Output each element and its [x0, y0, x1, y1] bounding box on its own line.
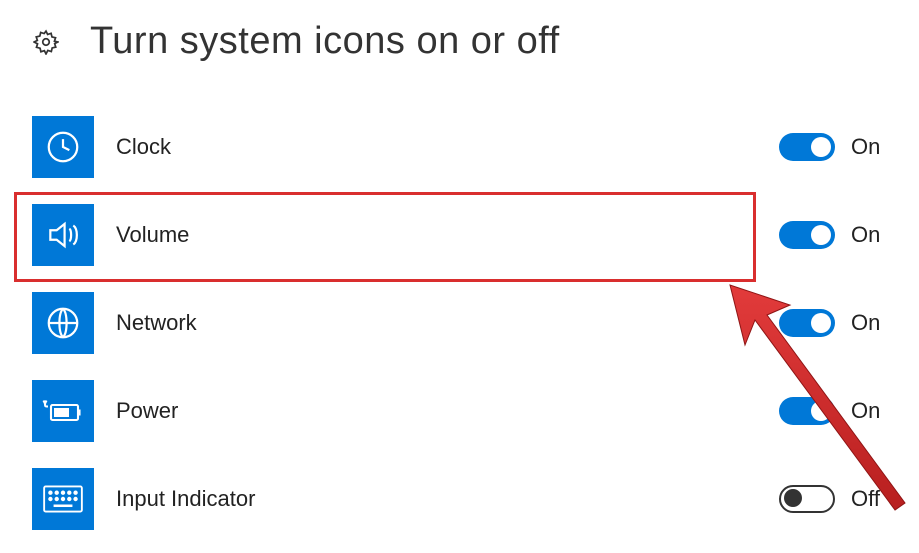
label-volume: Volume [116, 222, 779, 248]
toggle-state-volume: On [851, 222, 880, 248]
toggle-state-power: On [851, 398, 880, 424]
toggle-state-clock: On [851, 134, 880, 160]
toggle-input-indicator[interactable] [779, 485, 835, 513]
row-network: Network On [0, 279, 919, 367]
toggle-network[interactable] [779, 309, 835, 337]
page-title: Turn system icons on or off [90, 20, 560, 63]
label-network: Network [116, 310, 779, 336]
toggle-wrap-power: On [779, 397, 919, 425]
row-input-indicator: Input Indicator Off [0, 455, 919, 543]
label-power: Power [116, 398, 779, 424]
label-input-indicator: Input Indicator [116, 486, 779, 512]
toggle-wrap-volume: On [779, 221, 919, 249]
row-power: Power On [0, 367, 919, 455]
system-icons-list: Clock On Volume On Ne [0, 63, 919, 543]
network-icon [32, 292, 94, 354]
power-icon [32, 380, 94, 442]
toggle-wrap-input-indicator: Off [779, 485, 919, 513]
toggle-power[interactable] [779, 397, 835, 425]
label-clock: Clock [116, 134, 779, 160]
gear-icon [32, 28, 60, 56]
toggle-state-network: On [851, 310, 880, 336]
volume-icon [32, 204, 94, 266]
toggle-wrap-clock: On [779, 133, 919, 161]
toggle-clock[interactable] [779, 133, 835, 161]
page-header: Turn system icons on or off [0, 0, 919, 63]
toggle-wrap-network: On [779, 309, 919, 337]
toggle-volume[interactable] [779, 221, 835, 249]
toggle-state-input-indicator: Off [851, 486, 880, 512]
row-volume: Volume On [0, 191, 919, 279]
clock-icon [32, 116, 94, 178]
keyboard-icon [32, 468, 94, 530]
row-clock: Clock On [0, 103, 919, 191]
